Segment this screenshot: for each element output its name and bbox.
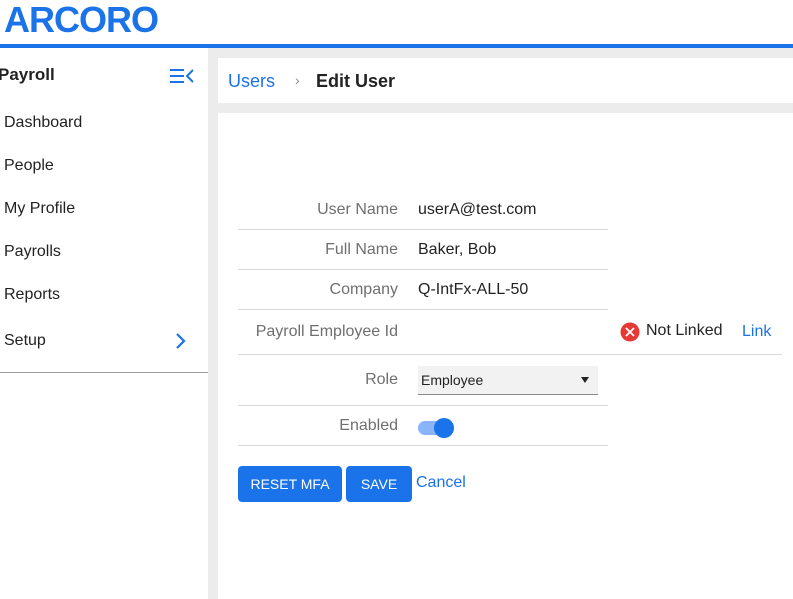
row-divider	[238, 229, 608, 230]
top-bar: ARCORO	[0, 0, 793, 44]
user-name-value: userA@test.com	[418, 201, 537, 218]
breadcrumb-separator: ›	[295, 72, 300, 88]
row-divider	[238, 269, 608, 270]
sidebar: Payroll Dashboard People My Profile Payr…	[0, 48, 208, 599]
sidebar-item-setup[interactable]: Setup	[4, 332, 46, 350]
breadcrumb-users-link[interactable]: Users	[228, 71, 275, 92]
reset-mfa-button[interactable]: RESET MFA	[238, 466, 342, 502]
chevron-right-icon[interactable]	[174, 332, 188, 350]
content-band-middle	[218, 103, 793, 113]
role-select[interactable]: Employee	[418, 366, 598, 395]
sidebar-item-my-profile[interactable]: My Profile	[4, 200, 75, 218]
breadcrumb: Users › Edit User	[218, 58, 793, 103]
row-divider	[238, 309, 608, 310]
edit-user-form: User Name userA@test.com Full Name Baker…	[218, 113, 793, 599]
cancel-button[interactable]: Cancel	[416, 474, 466, 492]
enabled-label: Enabled	[339, 417, 398, 434]
sidebar-item-payrolls[interactable]: Payrolls	[4, 243, 61, 261]
collapse-menu-icon[interactable]	[169, 66, 195, 86]
page-title: Edit User	[316, 71, 396, 91]
sidebar-item-dashboard[interactable]: Dashboard	[4, 114, 82, 132]
row-divider	[238, 354, 782, 355]
sidebar-item-reports[interactable]: Reports	[4, 286, 60, 304]
dropdown-arrow-icon	[581, 377, 589, 383]
toggle-thumb	[434, 418, 454, 438]
content-band-top	[218, 48, 793, 58]
company-value: Q-IntFx-ALL-50	[418, 281, 529, 298]
not-linked-status: Not Linked	[646, 322, 723, 339]
full-name-value: Baker, Bob	[418, 241, 497, 258]
role-select-value: Employee	[421, 372, 484, 388]
sidebar-item-people[interactable]: People	[4, 157, 54, 175]
user-name-label: User Name	[317, 201, 398, 218]
sidebar-title: Payroll	[0, 65, 55, 84]
payroll-employee-id-label: Payroll Employee Id	[255, 323, 398, 340]
error-circle-icon	[620, 322, 640, 342]
arcoro-logo[interactable]: ARCORO	[4, 2, 159, 38]
role-label: Role	[365, 371, 398, 388]
sidebar-divider	[0, 372, 208, 373]
content-gutter	[208, 48, 218, 599]
save-button[interactable]: SAVE	[346, 466, 412, 502]
row-divider	[238, 405, 608, 406]
row-divider	[238, 445, 608, 446]
link-employee-button[interactable]: Link	[742, 323, 771, 341]
enabled-toggle[interactable]	[418, 416, 454, 438]
sidebar-header: Payroll	[0, 64, 208, 88]
full-name-label: Full Name	[325, 241, 398, 258]
company-label: Company	[329, 281, 398, 298]
